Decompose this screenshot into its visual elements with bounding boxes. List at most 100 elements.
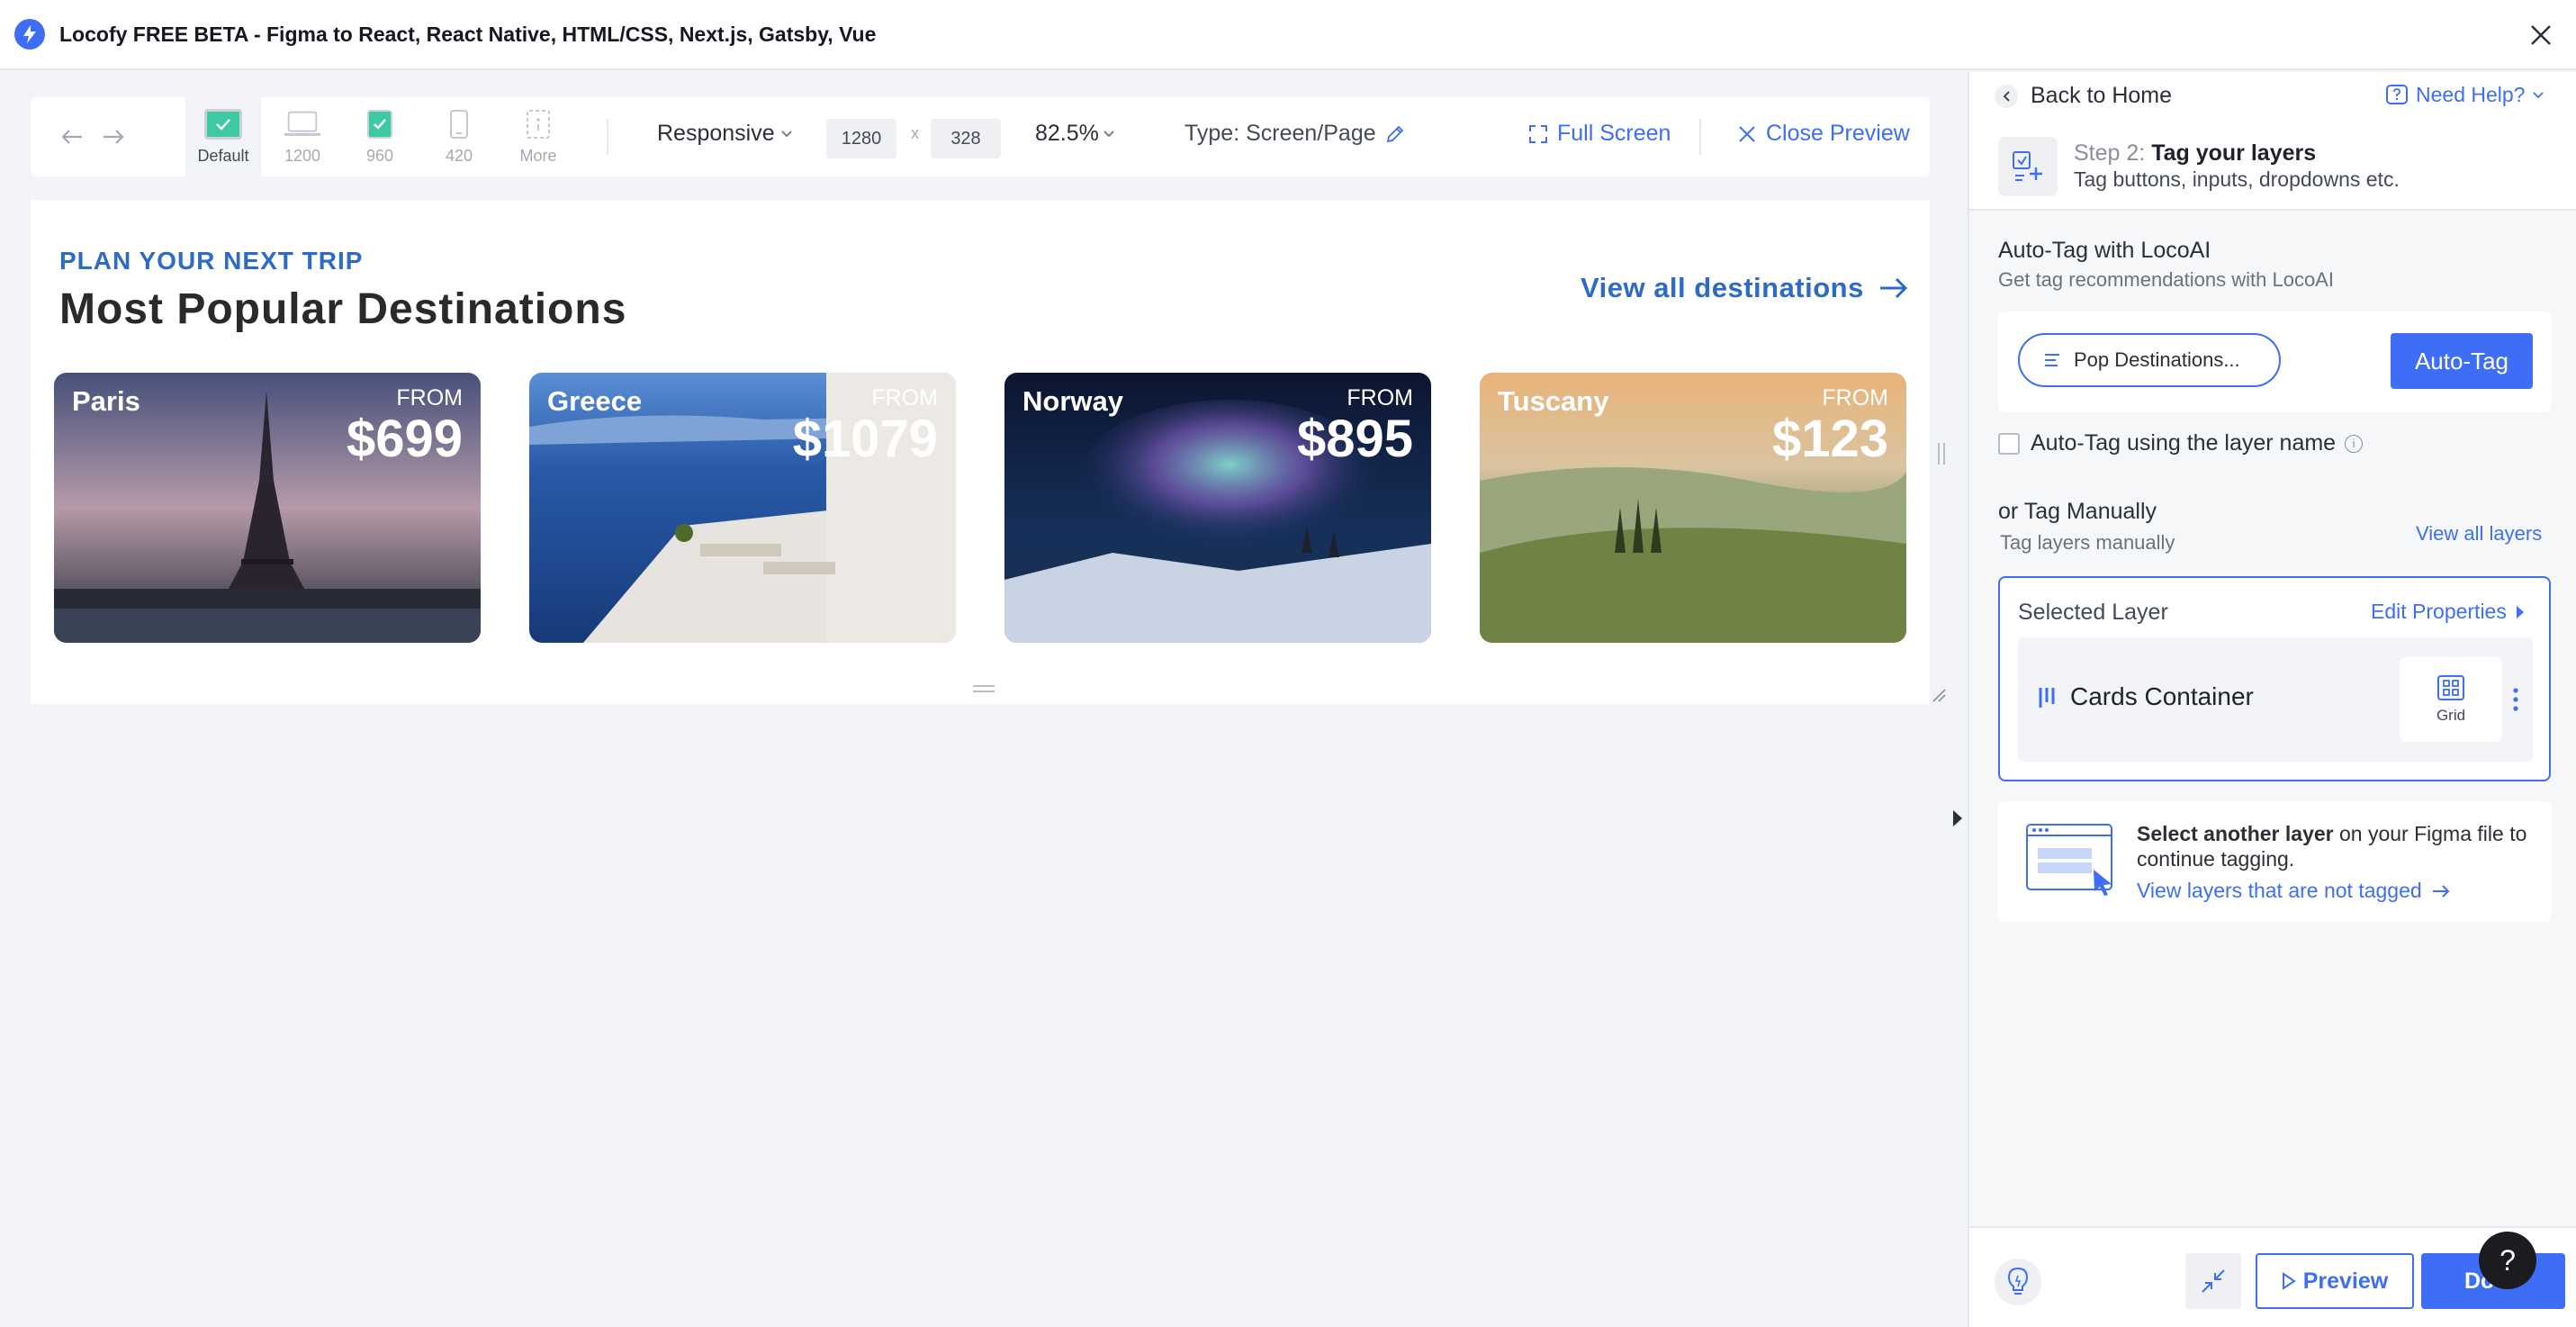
selected-layer-label: Selected Layer (2018, 600, 2168, 625)
step-prefix: Step 2: (2074, 140, 2146, 166)
section-heading: Most Popular Destinations (59, 285, 627, 333)
type-selector[interactable]: Type: Screen/Page (1184, 121, 1405, 147)
layer-name-pill[interactable]: Pop Destinations... (2018, 333, 2281, 387)
autotag-layer-name-option[interactable]: Auto-Tag using the layer name i (1998, 430, 2364, 456)
device-label: 960 (365, 146, 394, 165)
chevron-down-icon (1103, 130, 1114, 137)
edit-properties-label: Edit Properties (2371, 600, 2507, 623)
fullscreen-icon (1529, 124, 1547, 143)
play-icon (2282, 1272, 2296, 1290)
tagging-panel: Back to Home Need Help? Step 2: Tag your… (1968, 72, 2576, 1327)
info-icon[interactable]: i (2345, 434, 2364, 453)
auto-tag-button[interactable]: Auto-Tag (2391, 333, 2533, 389)
manual-title: or Tag Manually (1998, 499, 2157, 524)
card-from-label: FROM (396, 385, 463, 411)
device-default[interactable]: Default (185, 97, 261, 176)
vertical-layout-icon (2039, 688, 2055, 708)
need-help-label: Need Help? (2416, 83, 2526, 106)
collapse-panel-icon[interactable] (1951, 808, 1964, 828)
card-title: Paris (72, 385, 140, 417)
layer-name: Cards Container (2070, 682, 2254, 710)
device-label: More (519, 146, 557, 165)
side-grip-icon[interactable] (1937, 441, 1946, 466)
forward-arrow-icon[interactable] (95, 119, 131, 155)
grid-tag-chip[interactable]: Grid (2400, 657, 2502, 742)
toolbar-divider (1699, 119, 1701, 155)
locofy-logo-icon (14, 19, 45, 50)
dimension-separator: x (911, 124, 919, 142)
view-all-layers-link[interactable]: View all layers (2416, 522, 2542, 546)
width-input[interactable]: 1280 (826, 119, 896, 158)
section-eyebrow: PLAN YOUR NEXT TRIP (59, 247, 364, 275)
pill-label: Pop Destinations... (2074, 348, 2240, 371)
device-1200[interactable]: 1200 (265, 97, 340, 176)
card-price: $699 (346, 410, 463, 468)
toolbar-divider (607, 119, 608, 155)
resize-handle-icon[interactable] (972, 684, 995, 693)
text-lines-icon (2045, 354, 2059, 366)
device-label: 1200 (284, 146, 321, 165)
destination-card-paris[interactable]: Paris FROM $699 (54, 373, 481, 643)
step-heading: Tag your layers (2151, 140, 2317, 166)
view-all-destinations-link[interactable]: View all destinations (1581, 272, 1909, 304)
card-price: $123 (1771, 410, 1888, 468)
card-price: $895 (1296, 410, 1413, 468)
panel-header: Back to Home Need Help? Step 2: Tag your… (1969, 72, 2576, 211)
step-title: Step 2: Tag your layers (2074, 140, 2316, 167)
device-label: 420 (445, 146, 473, 165)
zoom-label: 82.5% (1035, 121, 1099, 146)
checked-screen-icon (204, 108, 242, 140)
back-to-home-label: Back to Home (2031, 83, 2173, 108)
more-options-icon[interactable] (2511, 684, 2520, 715)
device-label: Default (197, 146, 249, 165)
close-icon (1739, 125, 1755, 142)
destination-card-norway[interactable]: Norway FROM $895 (1004, 373, 1431, 643)
destination-card-greece[interactable]: Greece FROM $1079 (529, 373, 956, 643)
tag-layers-icon (1998, 137, 2058, 196)
zoom-dropdown[interactable]: 82.5% (1035, 121, 1115, 147)
device-more[interactable]: More (500, 97, 576, 176)
more-devices-icon (519, 109, 557, 140)
responsive-dropdown[interactable]: Responsive (657, 121, 793, 147)
checked-tablet-icon (361, 109, 399, 140)
full-screen-label: Full Screen (1557, 121, 1671, 146)
card-title: Tuscany (1498, 385, 1609, 417)
card-from-label: FROM (871, 385, 938, 411)
lightbulb-icon[interactable] (1995, 1259, 2041, 1305)
grid-tag-label: Grid (2436, 707, 2466, 724)
shrink-icon (2202, 1269, 2225, 1293)
autotag-layer-name-checkbox[interactable] (1998, 432, 2020, 455)
select-another-layer-text: Select another layer on your Figma file … (2137, 821, 2533, 871)
back-arrow-icon[interactable] (54, 119, 90, 155)
window-title: Locofy FREE BETA - Figma to React, React… (59, 22, 877, 46)
card-title: Greece (547, 385, 643, 417)
minimize-button[interactable] (2185, 1253, 2241, 1309)
back-to-home-link[interactable]: Back to Home (1995, 83, 2172, 109)
device-960[interactable]: 960 (342, 97, 418, 176)
device-420[interactable]: 420 (421, 97, 497, 176)
corner-resize-icon[interactable] (1932, 688, 1946, 702)
selected-layer-box: Selected Layer Edit Properties Cards Con… (1998, 576, 2551, 781)
card-from-label: FROM (1822, 385, 1888, 411)
need-help-dropdown[interactable]: Need Help? (2385, 83, 2544, 107)
manual-subtitle: Tag layers manually (2000, 531, 2175, 554)
phone-icon (440, 109, 478, 140)
full-screen-button[interactable]: Full Screen (1528, 121, 1671, 147)
destination-card-tuscany[interactable]: Tuscany FROM $123 (1480, 373, 1906, 643)
preview-label: Preview (2302, 1268, 2389, 1294)
responsive-label: Responsive (657, 121, 775, 146)
height-input[interactable]: 328 (931, 119, 1001, 158)
close-preview-button[interactable]: Close Preview (1737, 121, 1910, 147)
preview-button[interactable]: Preview (2256, 1253, 2414, 1309)
view-untagged-label: View layers that are not tagged (2137, 879, 2422, 902)
edit-properties-link[interactable]: Edit Properties (2371, 600, 2525, 624)
help-chat-bubble[interactable]: ? (2479, 1232, 2536, 1289)
autotag-title: Auto-Tag with LocoAI (1998, 238, 2211, 263)
selected-layer-row[interactable]: Cards Container Grid (2018, 637, 2533, 762)
select-layer-illustration-icon (2026, 824, 2112, 896)
design-canvas: PLAN YOUR NEXT TRIP Most Popular Destina… (31, 200, 1930, 704)
view-untagged-layers-link[interactable]: View layers that are not tagged (2137, 879, 2451, 903)
card-from-label: FROM (1347, 385, 1413, 411)
preview-toolbar: Default 1200 960 420 More Responsive 128… (31, 97, 1930, 176)
close-window-icon[interactable] (2524, 18, 2558, 52)
